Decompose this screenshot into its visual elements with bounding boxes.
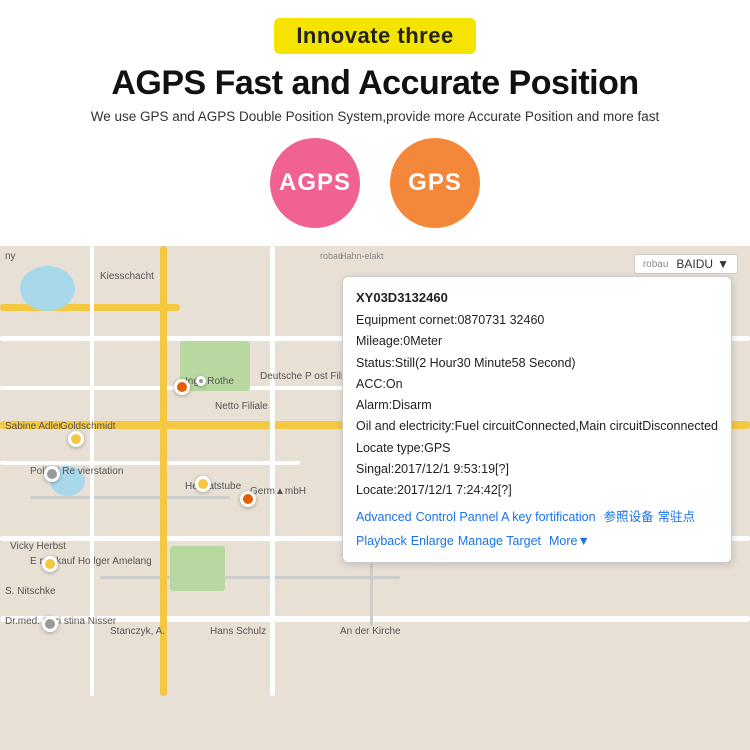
- map-pin-6: [42, 556, 58, 572]
- map-label-vicky: Vicky Herbst: [10, 541, 66, 552]
- map-label-drmed: Dr.med. Chri stina Nisser: [5, 616, 116, 627]
- road-v3: [270, 246, 275, 696]
- info-popup: XY03D3132460 Equipment cornet:0870731 32…: [342, 276, 732, 563]
- map-label-robau: robau: [320, 251, 343, 261]
- icons-row: AGPS GPS: [270, 138, 480, 228]
- top-section: Innovate three AGPS Fast and Accurate Po…: [0, 0, 750, 246]
- baidu-dropdown[interactable]: robau BAIDU ▼: [634, 254, 738, 274]
- locate: Locate:2017/12/1 7:24:42[?]: [356, 480, 718, 501]
- innovate-badge: Innovate three: [274, 18, 475, 54]
- device-id: XY03D3132460: [356, 287, 718, 309]
- map-label-hahn: Hahn-elakt: [340, 251, 384, 261]
- map-label-kiesschacht: Kiesschacht: [100, 271, 154, 282]
- link-control-panel[interactable]: Control Pannel A key fortification: [416, 507, 596, 528]
- map-section: ny Kiesschacht Ingo Rothe Sabine Adler N…: [0, 246, 750, 750]
- map-label-heimatstube: Heimatstube: [185, 481, 241, 492]
- link-playback[interactable]: Playback: [356, 531, 407, 552]
- road-h8: [100, 576, 400, 579]
- equipment-cornet: Equipment cornet:0870731 32460: [356, 310, 718, 331]
- map-label-s-nitschke: S. Nitschke: [5, 586, 56, 597]
- road-h5: [0, 461, 300, 465]
- signal: Singal:2017/12/1 9:53:19[?]: [356, 459, 718, 480]
- link-manage[interactable]: Manage Target: [458, 531, 541, 552]
- water-1: [20, 266, 75, 311]
- map-pin-5: [44, 466, 60, 482]
- map-label-sabine: Sabine Adler: [5, 421, 62, 432]
- road-h6: [30, 496, 230, 499]
- acc: ACC:On: [356, 374, 718, 395]
- map-pin-1: [174, 379, 190, 395]
- mileage: Mileage:0Meter: [356, 331, 718, 352]
- main-title: AGPS Fast and Accurate Position: [111, 64, 638, 103]
- dropdown-arrow: ▼: [717, 257, 729, 271]
- map-label-goldschmidt: Goldschmidt: [60, 421, 116, 432]
- status: Status:Still(2 Hour30 Minute58 Second): [356, 353, 718, 374]
- map-pin-8: [196, 376, 206, 386]
- link-enlarge[interactable]: Enlarge: [411, 531, 454, 552]
- link-advanced[interactable]: Advanced: [356, 507, 412, 528]
- map-label-netto: Netto Filiale: [215, 401, 268, 412]
- map-label-ankirche: An der Kirche: [340, 626, 401, 637]
- map-label-germ: Germ▲mbH: [250, 486, 306, 497]
- map-pin-3: [195, 476, 211, 492]
- subtitle: We use GPS and AGPS Double Position Syst…: [91, 109, 660, 124]
- map-background: ny Kiesschacht Ingo Rothe Sabine Adler N…: [0, 246, 750, 750]
- baidu-label: BAIDU: [676, 257, 713, 271]
- gps-icon: GPS: [390, 138, 480, 228]
- map-label-ny: ny: [5, 251, 16, 262]
- map-pin-4: [240, 491, 256, 507]
- locate-type: Locate type:GPS: [356, 438, 718, 459]
- popup-links: Advanced Control Pannel A key fortificat…: [356, 507, 718, 552]
- map-label-ingo: Ingo Rothe: [185, 376, 234, 387]
- main-container: Innovate three AGPS Fast and Accurate Po…: [0, 0, 750, 750]
- oil-electricity: Oil and electricity:Fuel circuitConnecte…: [356, 416, 718, 437]
- map-pin-2: [68, 431, 84, 447]
- link-canjiao[interactable]: 参照设备: [604, 507, 654, 528]
- link-more[interactable]: More▼: [549, 531, 590, 552]
- park-2: [170, 546, 225, 591]
- robau-label: robau: [643, 259, 669, 270]
- link-changzhudian[interactable]: 常驻点: [658, 507, 696, 528]
- map-label-hans: Hans Schulz: [210, 626, 266, 637]
- agps-icon: AGPS: [270, 138, 360, 228]
- map-label-stanczyk: Stanczyk, A.: [110, 626, 165, 637]
- map-pin-7: [42, 616, 58, 632]
- alarm: Alarm:Disarm: [356, 395, 718, 416]
